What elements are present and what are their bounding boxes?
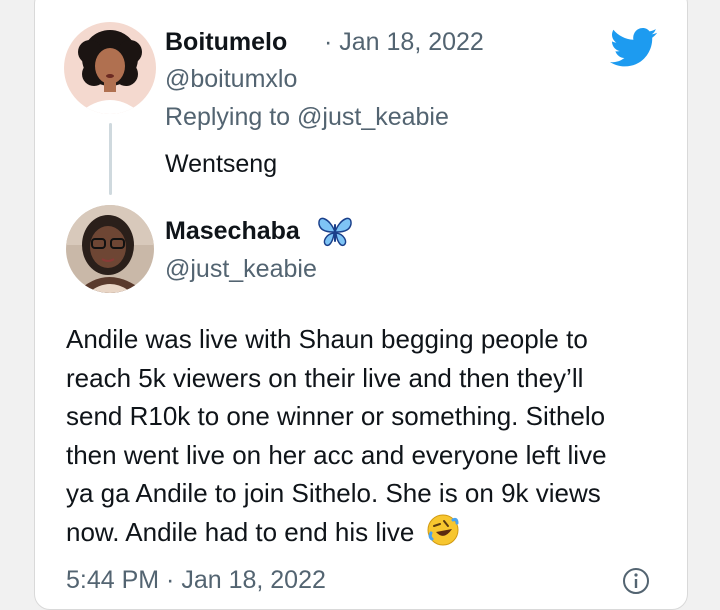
masechaba-avatar[interactable]	[66, 205, 154, 293]
thread-connector	[109, 123, 112, 195]
tweet-line: reach 5k viewers on their live and then …	[66, 362, 584, 393]
butterfly-icon	[316, 216, 354, 253]
reply-author-name[interactable]: Boitumelo	[165, 28, 287, 57]
tweet-line: ya ga Andile to join Sithelo. She is on …	[66, 478, 601, 508]
replying-to-line: Replying to @just_keabie	[165, 103, 449, 132]
tweet-line: then went live on her acc and everyone l…	[66, 439, 607, 470]
rolling-on-floor-laughing-icon	[426, 513, 460, 558]
replying-to-prefix: Replying to	[165, 103, 291, 131]
quoted-author-handle[interactable]: @just_keabie	[165, 255, 317, 284]
reply-date[interactable]: · Jan 18, 2022	[324, 28, 484, 57]
tweet-line: now. Andile had to end his live	[66, 516, 415, 547]
tweet-line: Andile was live with Shaun begging peopl…	[66, 324, 588, 354]
reply-author-handle[interactable]: @boitumxlo	[165, 65, 297, 94]
twitter-bird-icon[interactable]	[610, 28, 658, 73]
reply-text: Wentseng	[165, 150, 278, 178]
quoted-tweet-text: Andile was live with Shaun begging peopl…	[66, 320, 666, 557]
boitumelo-avatar[interactable]	[64, 22, 156, 114]
tweet-timestamp[interactable]: 5:44 PM · Jan 18, 2022	[66, 566, 326, 595]
quoted-author-name[interactable]: Masechaba	[165, 217, 300, 246]
info-icon[interactable]	[621, 566, 651, 601]
tweet-line: send R10k to one winner or something. Si…	[66, 401, 606, 431]
tweet-line-last: now. Andile had to end his live	[66, 513, 666, 558]
replying-to-mention[interactable]: @just_keabie	[297, 103, 449, 131]
